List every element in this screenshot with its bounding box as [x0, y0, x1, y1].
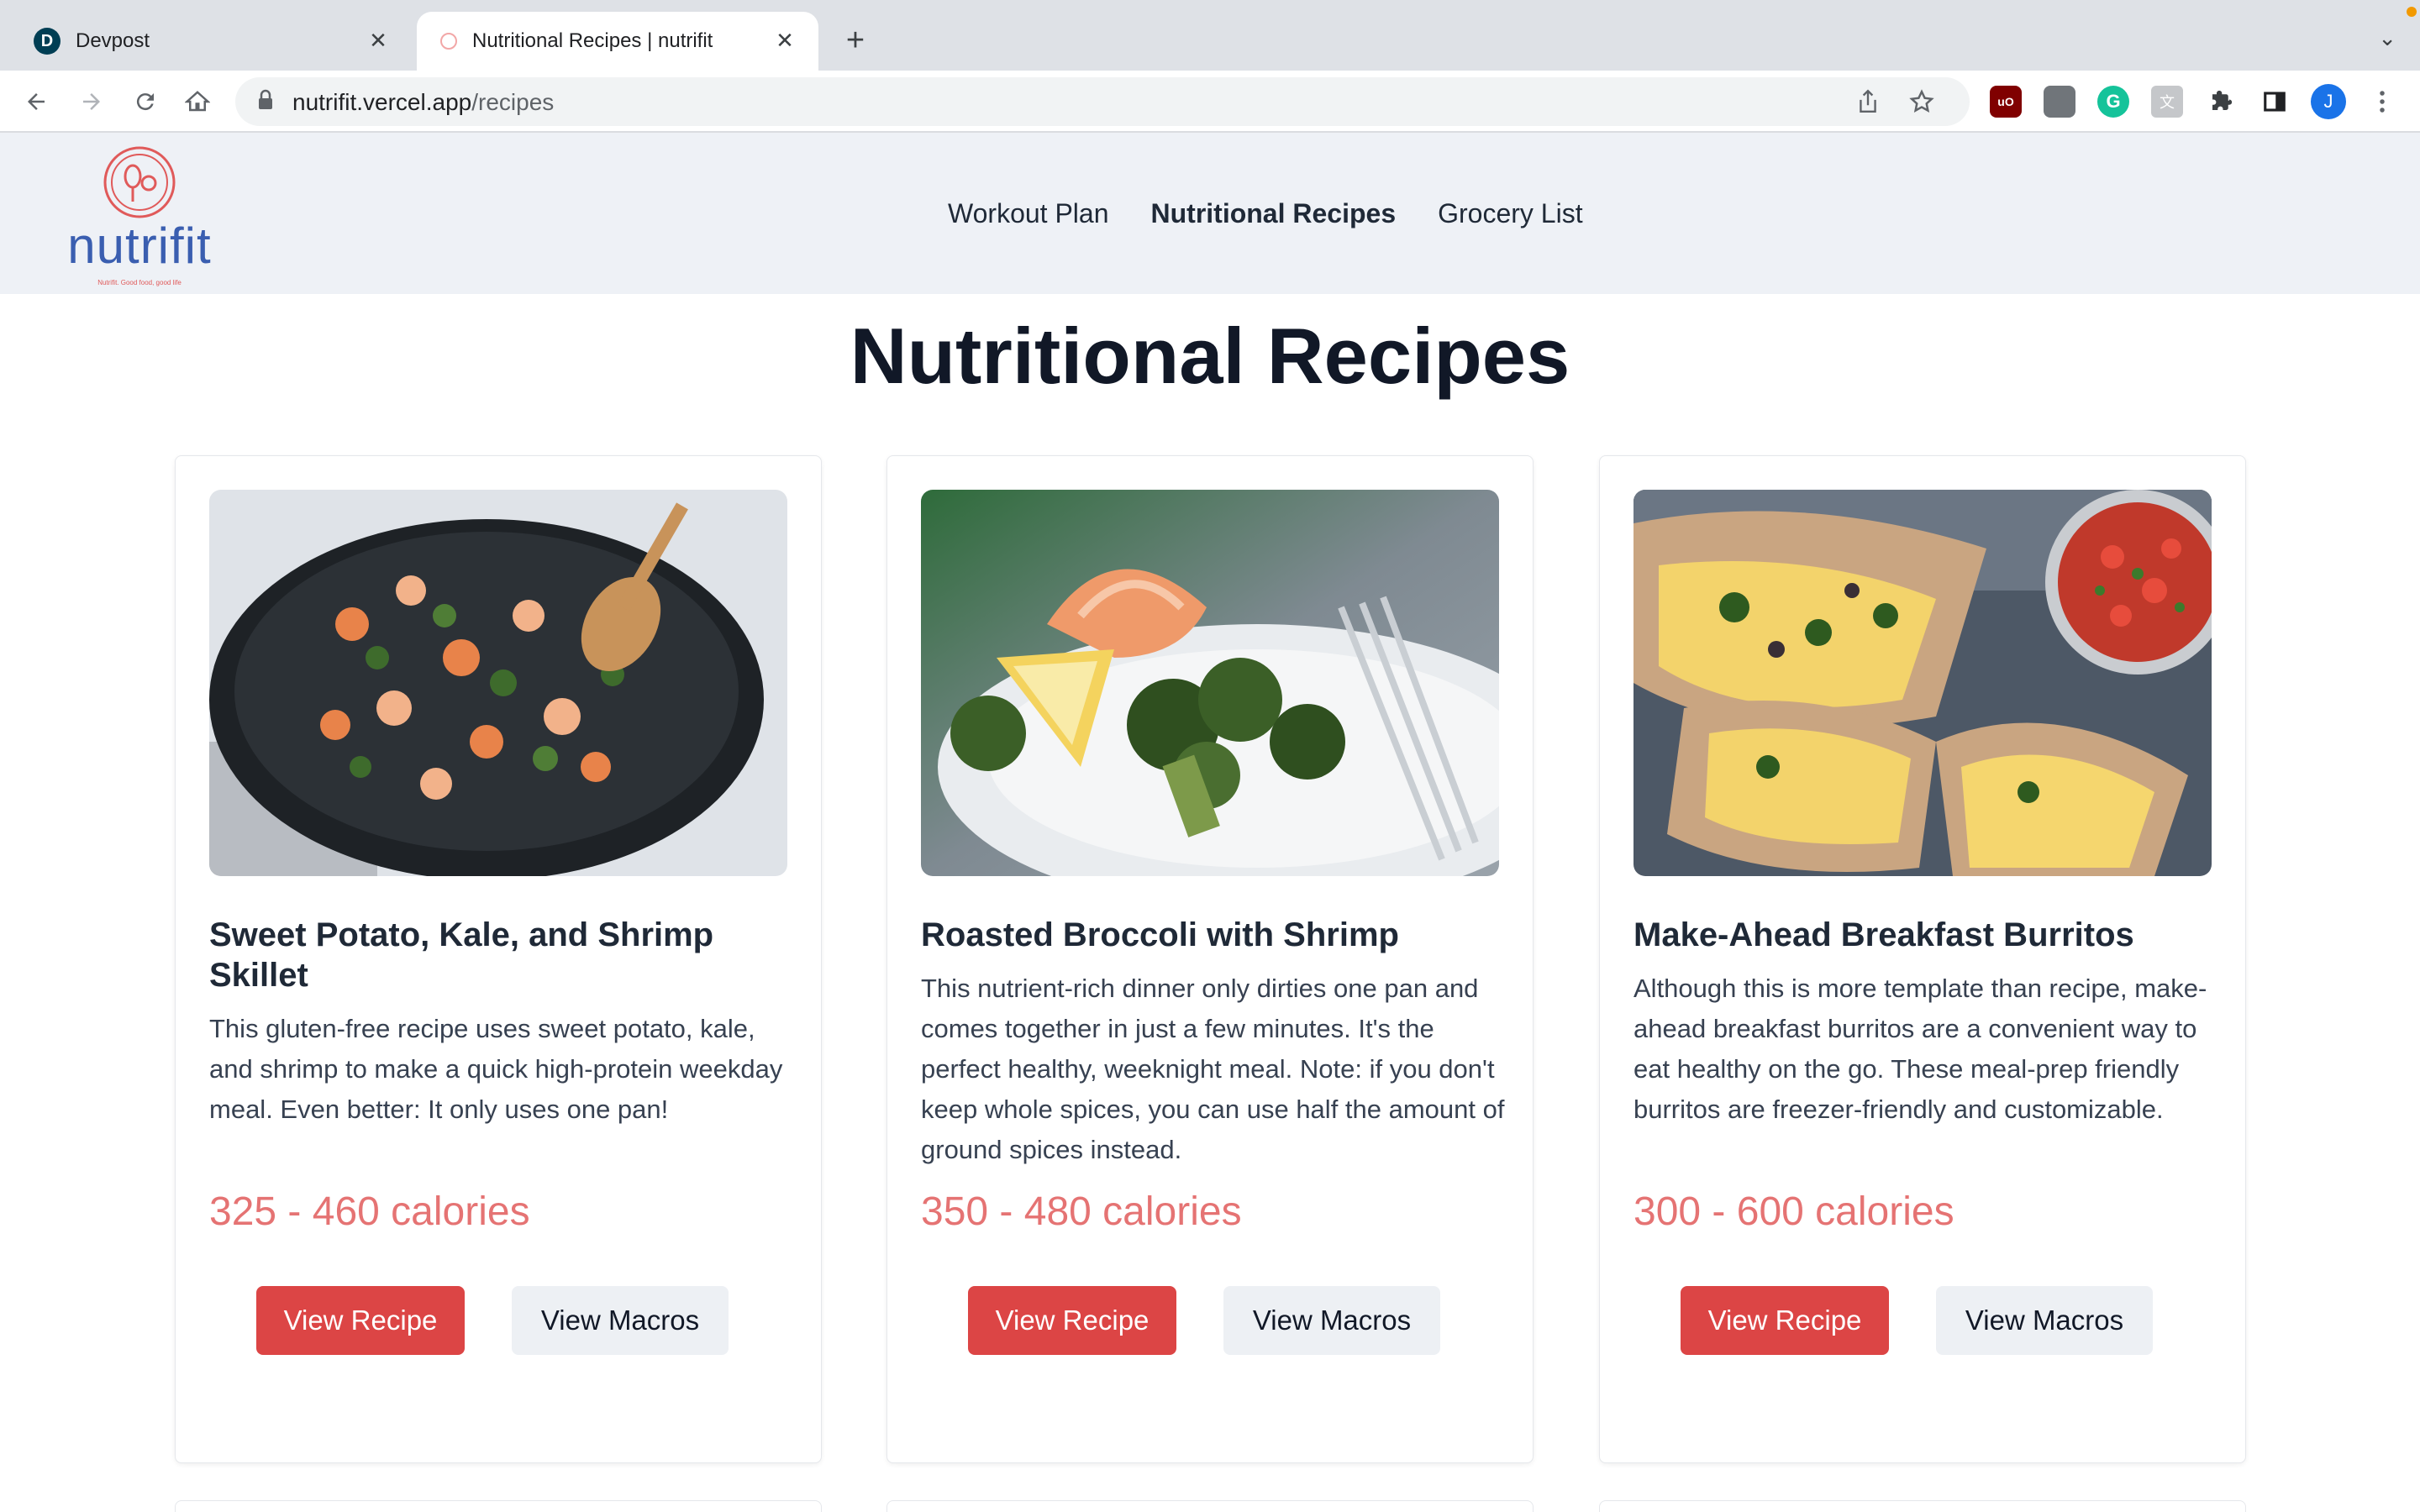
site-header: nutrifit Nutrifit. Good food, good life … — [0, 133, 2420, 294]
recipe-calories: 350 - 480 calories — [921, 1189, 1242, 1234]
tab-nutritional-recipes[interactable]: Nutritional Recipes | nutrifit ✕ — [417, 12, 818, 71]
new-tab-icon[interactable]: + — [837, 22, 874, 59]
side-panel-icon[interactable] — [2259, 86, 2291, 118]
view-recipe-button[interactable]: View Recipe — [256, 1286, 465, 1355]
logo-tagline: Nutrifit. Good food, good life — [97, 279, 182, 286]
recipe-calories: 300 - 600 calories — [1634, 1189, 1954, 1234]
recipe-title: Roasted Broccoli with Shrimp — [921, 916, 1399, 953]
tab-search-chevron-icon[interactable]: ⌄ — [2378, 25, 2396, 51]
translate-extension-icon[interactable]: 文 — [2151, 86, 2183, 118]
home-icon[interactable] — [178, 82, 217, 121]
url-path: /recipes — [471, 89, 555, 115]
url-host: nutrifit.vercel.app — [292, 89, 472, 115]
recipe-card-peek — [886, 1500, 1534, 1512]
gray-extension-icon[interactable] — [2044, 86, 2075, 118]
view-recipe-button[interactable]: View Recipe — [1681, 1286, 1889, 1355]
browser-tab-bar: D Devpost ✕ Nutritional Recipes | nutrif… — [0, 0, 2420, 71]
recipe-card-peek — [1599, 1500, 2246, 1512]
recipe-title: Make-Ahead Breakfast Burritos — [1634, 916, 2134, 953]
main-nav: Workout Plan Nutritional Recipes Grocery… — [948, 198, 1583, 229]
nutrifit-logo[interactable]: nutrifit Nutrifit. Good food, good life — [55, 144, 224, 287]
view-macros-button[interactable]: View Macros — [1223, 1286, 1440, 1355]
page-title: Nutritional Recipes — [850, 312, 1570, 400]
devpost-favicon-icon: D — [34, 28, 60, 55]
tab-devpost[interactable]: D Devpost ✕ — [0, 12, 412, 71]
back-arrow-icon[interactable] — [17, 82, 55, 121]
recipe-image — [1634, 490, 2212, 876]
extensions-puzzle-icon[interactable] — [2205, 86, 2237, 118]
view-macros-button[interactable]: View Macros — [512, 1286, 729, 1355]
spoon-ring-logo-icon — [103, 146, 176, 218]
forward-arrow-icon[interactable] — [72, 82, 111, 121]
recipe-description: This gluten-free recipe uses sweet potat… — [209, 1014, 783, 1124]
browser-toolbar: nutrifit.vercel.app/recipes uO G 文 J — [0, 71, 2420, 133]
profile-avatar[interactable]: J — [2311, 84, 2346, 119]
recipe-description: This nutrient-rich dinner only dirties o… — [921, 974, 1505, 1164]
recipe-card: Sweet Potato, Kale, and Shrimp Skillet T… — [175, 455, 822, 1463]
address-bar[interactable]: nutrifit.vercel.app/recipes — [235, 77, 1970, 126]
reload-icon[interactable] — [126, 82, 165, 121]
close-tab-icon[interactable]: ✕ — [363, 25, 393, 55]
nav-grocery-list[interactable]: Grocery List — [1438, 198, 1582, 229]
recipe-card: Make-Ahead Breakfast Burritos Although t… — [1599, 455, 2246, 1463]
recipe-card: Roasted Broccoli with Shrimp This nutrie… — [886, 455, 1534, 1463]
share-icon[interactable] — [1852, 86, 1884, 118]
nav-nutritional-recipes[interactable]: Nutritional Recipes — [1151, 198, 1397, 229]
url-text: nutrifit.vercel.app/recipes — [292, 89, 554, 116]
ublock-extension-icon[interactable]: uO — [1990, 86, 2022, 118]
nav-workout-plan[interactable]: Workout Plan — [948, 198, 1109, 229]
recipe-title: Sweet Potato, Kale, and Shrimp Skillet — [209, 916, 714, 994]
recipe-calories: 325 - 460 calories — [209, 1189, 530, 1234]
view-recipe-button[interactable]: View Recipe — [968, 1286, 1176, 1355]
close-tab-icon[interactable]: ✕ — [770, 25, 800, 55]
nutrifit-favicon-icon — [440, 33, 457, 50]
tab-title: Devpost — [76, 29, 150, 52]
recipe-card-peek — [175, 1500, 822, 1512]
logo-wordmark: nutrifit — [67, 218, 212, 274]
tab-title: Nutritional Recipes | nutrifit — [472, 29, 713, 52]
lock-icon — [257, 89, 274, 115]
notification-dot — [2407, 7, 2417, 17]
grammarly-extension-icon[interactable]: G — [2097, 86, 2129, 118]
bookmark-star-icon[interactable] — [1906, 86, 1938, 118]
view-macros-button[interactable]: View Macros — [1936, 1286, 2153, 1355]
recipe-description: Although this is more template than reci… — [1634, 974, 2207, 1124]
kebab-menu-icon[interactable] — [2366, 86, 2398, 118]
recipe-image — [921, 490, 1499, 876]
recipe-image — [209, 490, 787, 876]
